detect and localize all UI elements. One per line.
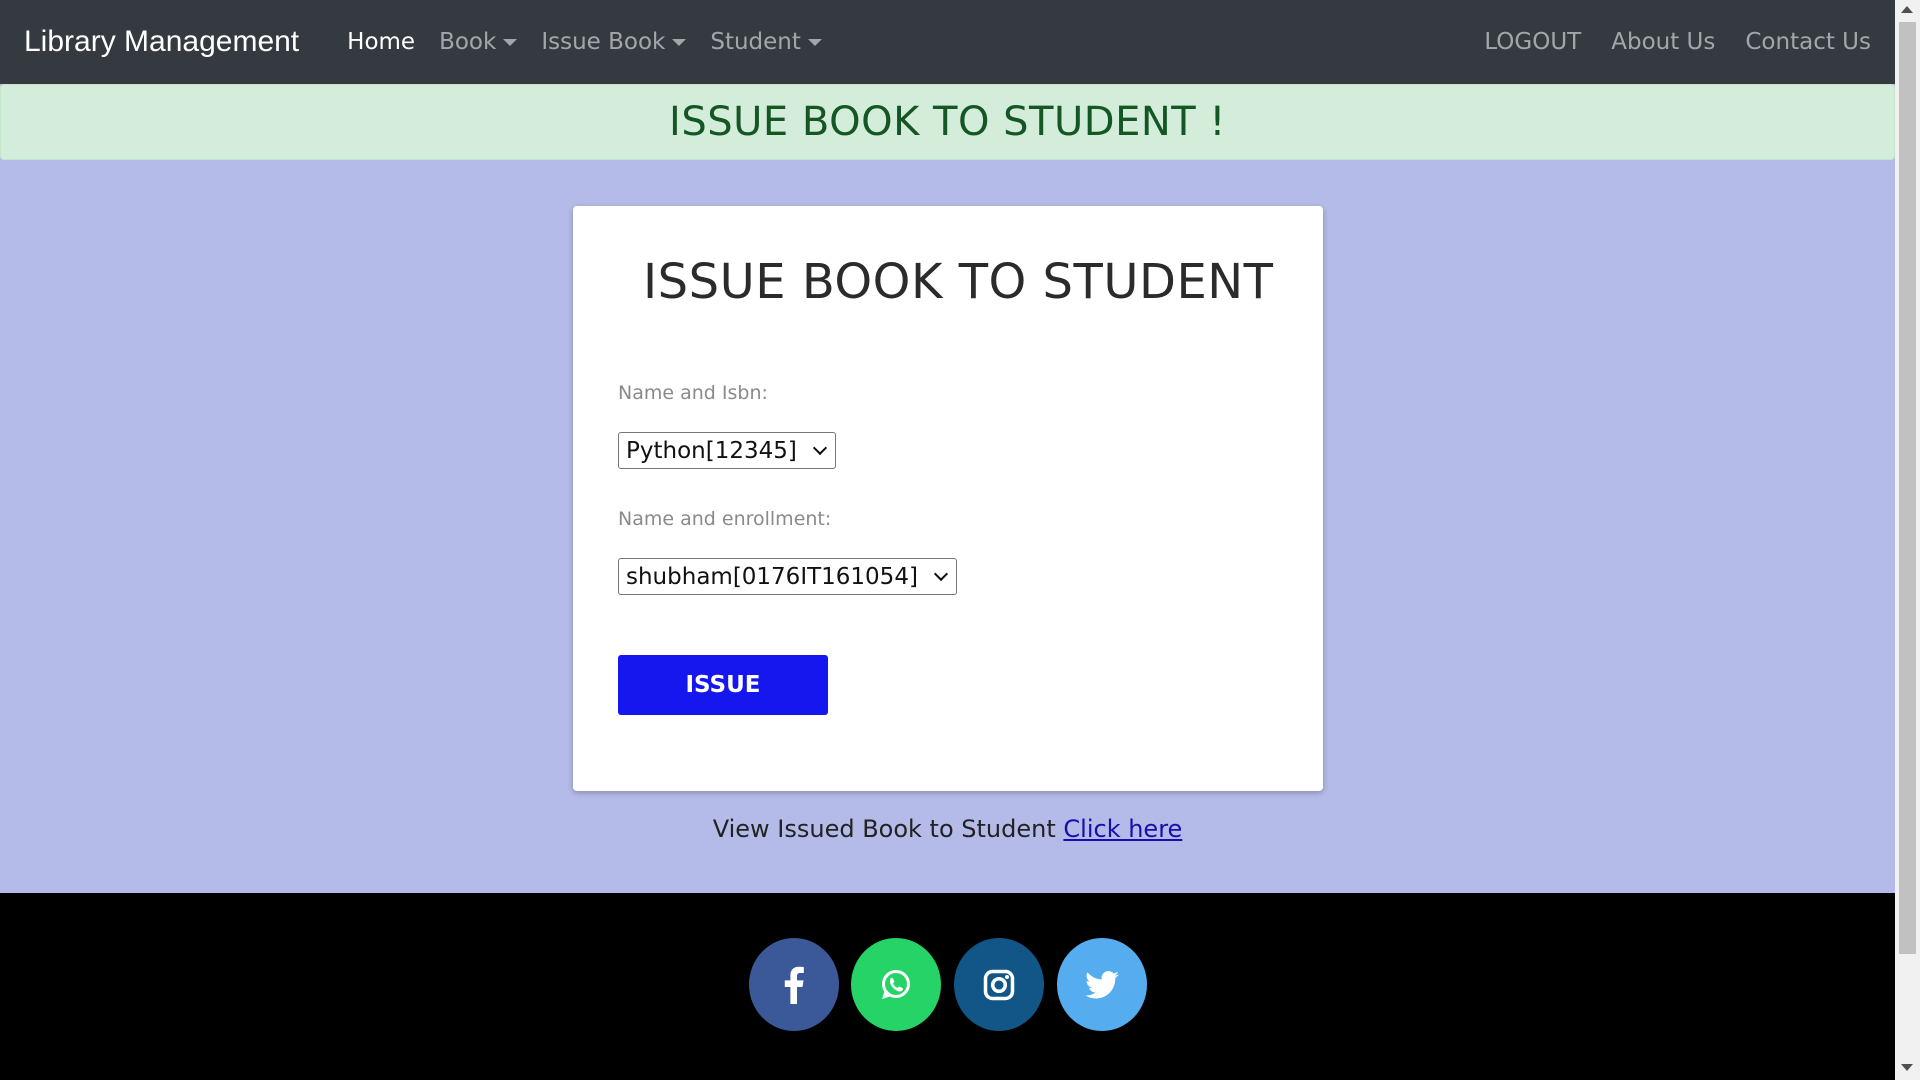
facebook-button[interactable] xyxy=(749,938,839,1031)
student-select-value: shubham[0176IT161054] xyxy=(626,563,918,590)
nav-logout[interactable]: LOGOUT xyxy=(1454,29,1581,55)
nav-issue-book-dropdown[interactable]: Issue Book xyxy=(529,29,698,55)
view-issued-text: View Issued Book to Student xyxy=(712,815,1056,843)
facebook-icon xyxy=(784,966,804,1004)
view-issued-line: View Issued Book to Student Click here xyxy=(0,815,1895,843)
nav-issue-book-label: Issue Book xyxy=(541,29,666,55)
whatsapp-button[interactable] xyxy=(851,938,941,1031)
student-select-label: Name and enrollment: xyxy=(618,508,832,530)
instagram-icon xyxy=(983,969,1015,1000)
nav-right: LOGOUT About Us Contact Us xyxy=(1454,29,1871,55)
nav-student-dropdown[interactable]: Student xyxy=(698,29,834,55)
brand-title[interactable]: Library Management xyxy=(24,25,299,59)
footer xyxy=(0,893,1895,1080)
caret-down-icon xyxy=(807,38,822,46)
banner-text: ISSUE BOOK TO STUDENT ! xyxy=(669,99,1226,145)
scroll-up-arrow-icon[interactable] xyxy=(1901,6,1913,13)
issue-button[interactable]: ISSUE xyxy=(618,655,828,715)
nav-student-label: Student xyxy=(710,29,801,55)
book-select[interactable]: Python[12345] xyxy=(618,432,836,469)
page-scrollbar[interactable] xyxy=(1895,0,1920,1080)
success-banner: ISSUE BOOK TO STUDENT ! xyxy=(0,84,1895,160)
twitter-icon xyxy=(1085,970,1119,998)
issue-book-card: ISSUE BOOK TO STUDENT Name and Isbn: Pyt… xyxy=(573,206,1323,791)
nav-left: Home Book Issue Book Student xyxy=(335,29,834,55)
caret-down-icon xyxy=(672,38,687,46)
twitter-button[interactable] xyxy=(1057,938,1147,1031)
nav-about-us[interactable]: About Us xyxy=(1581,29,1715,55)
chevron-down-icon xyxy=(933,566,949,581)
scrollbar-thumb[interactable] xyxy=(1899,22,1916,954)
nav-home[interactable]: Home xyxy=(335,29,427,55)
nav-book-dropdown[interactable]: Book xyxy=(427,29,529,55)
form-title: ISSUE BOOK TO STUDENT xyxy=(643,254,1274,310)
whatsapp-icon xyxy=(882,969,910,999)
nav-contact-us[interactable]: Contact Us xyxy=(1715,29,1871,55)
instagram-button[interactable] xyxy=(954,938,1044,1031)
navbar: Library Management Home Book Issue Book … xyxy=(0,0,1895,84)
nav-book-label: Book xyxy=(439,29,497,55)
nav-home-label: Home xyxy=(347,29,416,55)
view-issued-link[interactable]: Click here xyxy=(1063,815,1182,843)
book-select-label: Name and Isbn: xyxy=(618,382,768,404)
caret-down-icon xyxy=(503,38,518,46)
chevron-down-icon xyxy=(812,440,827,455)
book-select-value: Python[12345] xyxy=(626,437,797,464)
scroll-down-arrow-icon[interactable] xyxy=(1901,1064,1913,1071)
student-select[interactable]: shubham[0176IT161054] xyxy=(618,558,957,595)
